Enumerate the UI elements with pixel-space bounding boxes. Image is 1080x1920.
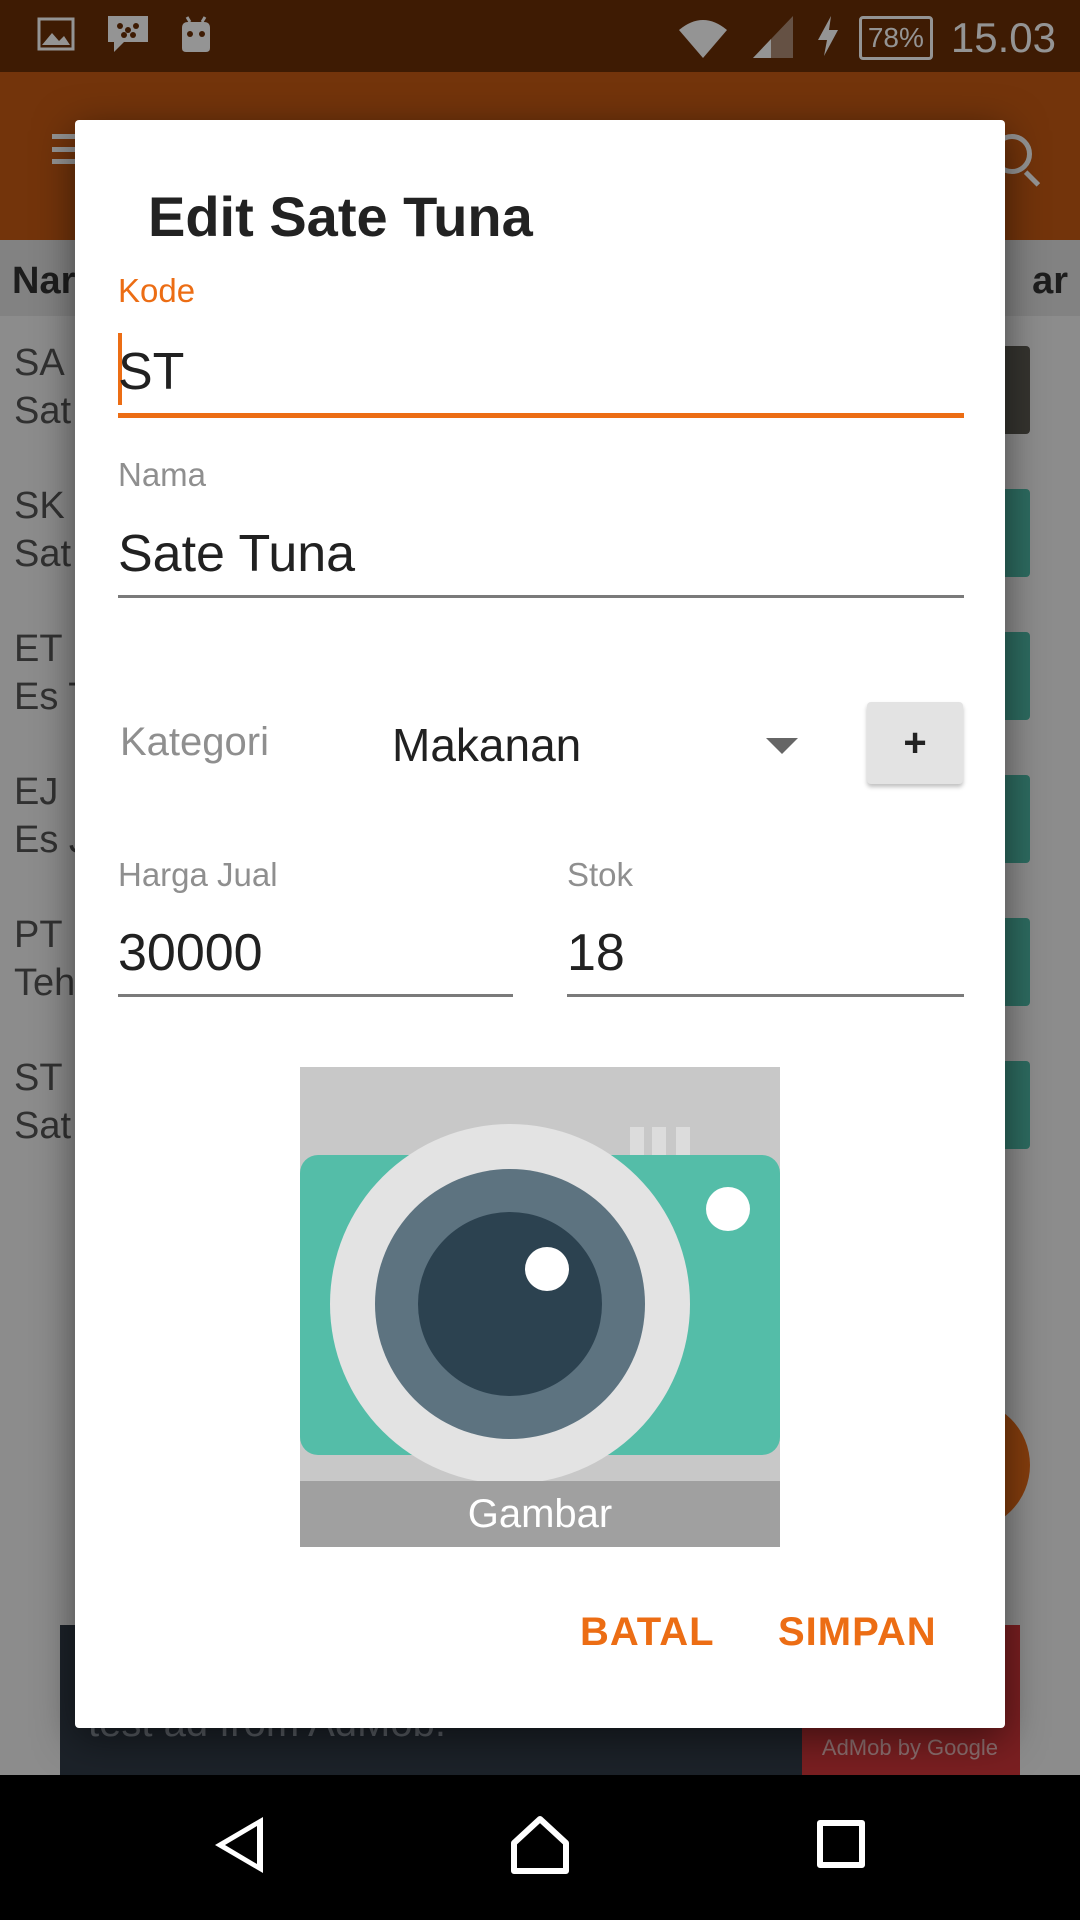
back-icon[interactable] xyxy=(215,1817,263,1873)
harga-jual-underline xyxy=(118,994,513,997)
cancel-button[interactable]: BATAL xyxy=(580,1610,715,1655)
home-icon[interactable] xyxy=(510,1815,570,1875)
harga-jual-label: Harga Jual xyxy=(118,856,278,893)
harga-jual-input[interactable]: 30000 xyxy=(118,923,263,983)
save-button[interactable]: SIMPAN xyxy=(778,1610,937,1655)
image-picker[interactable]: Gambar xyxy=(300,1067,780,1547)
stok-underline xyxy=(567,994,964,997)
kategori-label: Kategori xyxy=(120,720,269,764)
navigation-bar xyxy=(0,1775,1080,1920)
stok-input[interactable]: 18 xyxy=(567,923,625,983)
kode-underline xyxy=(118,413,964,418)
kode-input[interactable]: ST xyxy=(118,342,184,402)
nama-label: Nama xyxy=(118,456,207,493)
camera-icon xyxy=(300,1124,780,1484)
kategori-dropdown[interactable]: Makanan xyxy=(392,718,581,772)
stok-label: Stok xyxy=(567,856,634,893)
nama-input[interactable]: Sate Tuna xyxy=(118,524,355,584)
dialog-title: Edit Sate Tuna xyxy=(148,185,533,248)
add-category-button[interactable]: + xyxy=(867,702,963,784)
kode-label: Kode xyxy=(118,272,196,309)
dropdown-arrow-icon[interactable] xyxy=(766,738,798,754)
edit-dialog: Edit Sate Tuna Kode ST Nama Sate Tuna Ka… xyxy=(75,120,1005,1728)
image-caption: Gambar xyxy=(300,1481,780,1547)
nama-underline xyxy=(118,595,964,598)
recent-apps-icon[interactable] xyxy=(817,1820,865,1868)
